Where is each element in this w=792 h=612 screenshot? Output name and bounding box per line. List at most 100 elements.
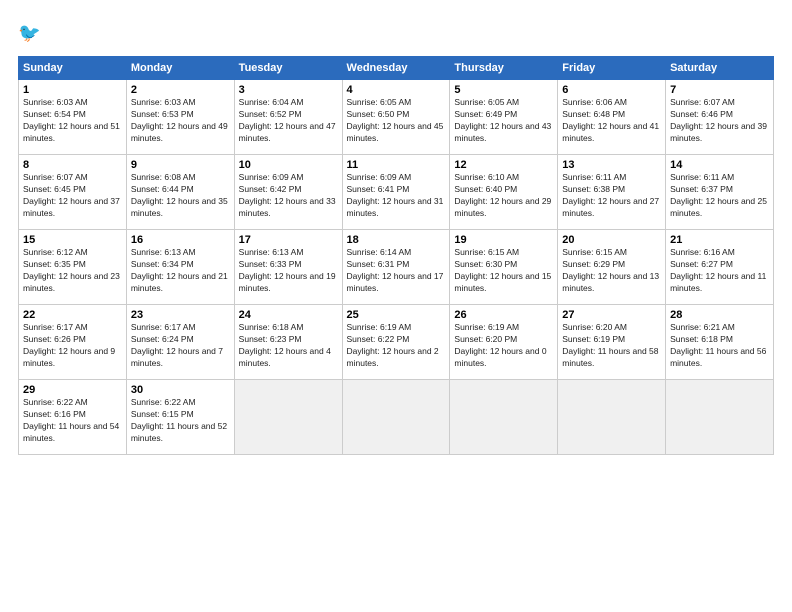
calendar-day-cell [666,380,774,455]
calendar-day-cell: 2Sunrise: 6:03 AMSunset: 6:53 PMDaylight… [126,80,234,155]
calendar-day-cell: 21Sunrise: 6:16 AMSunset: 6:27 PMDayligh… [666,230,774,305]
calendar-week-row: 8Sunrise: 6:07 AMSunset: 6:45 PMDaylight… [19,155,774,230]
calendar-day-cell [342,380,450,455]
calendar-day-cell [558,380,666,455]
calendar-day-cell: 3Sunrise: 6:04 AMSunset: 6:52 PMDaylight… [234,80,342,155]
day-number: 15 [23,234,122,246]
logo-icon: 🐦 [18,18,46,46]
day-detail: Sunrise: 6:18 AMSunset: 6:23 PMDaylight:… [239,322,338,370]
day-detail: Sunrise: 6:17 AMSunset: 6:24 PMDaylight:… [131,322,230,370]
day-number: 18 [347,234,446,246]
day-number: 14 [670,159,769,171]
calendar-day-cell: 7Sunrise: 6:07 AMSunset: 6:46 PMDaylight… [666,80,774,155]
day-number: 11 [347,159,446,171]
calendar-body: 1Sunrise: 6:03 AMSunset: 6:54 PMDaylight… [19,80,774,455]
calendar-header-cell: Friday [558,57,666,80]
day-detail: Sunrise: 6:13 AMSunset: 6:33 PMDaylight:… [239,247,338,295]
day-number: 24 [239,309,338,321]
day-detail: Sunrise: 6:21 AMSunset: 6:18 PMDaylight:… [670,322,769,370]
day-detail: Sunrise: 6:09 AMSunset: 6:42 PMDaylight:… [239,172,338,220]
day-number: 1 [23,84,122,96]
day-number: 23 [131,309,230,321]
day-number: 8 [23,159,122,171]
day-detail: Sunrise: 6:13 AMSunset: 6:34 PMDaylight:… [131,247,230,295]
calendar-week-row: 1Sunrise: 6:03 AMSunset: 6:54 PMDaylight… [19,80,774,155]
day-number: 21 [670,234,769,246]
logo: 🐦 [18,18,50,46]
day-detail: Sunrise: 6:15 AMSunset: 6:29 PMDaylight:… [562,247,661,295]
svg-text:🐦: 🐦 [18,23,41,43]
calendar-day-cell: 11Sunrise: 6:09 AMSunset: 6:41 PMDayligh… [342,155,450,230]
day-detail: Sunrise: 6:19 AMSunset: 6:20 PMDaylight:… [454,322,553,370]
day-detail: Sunrise: 6:05 AMSunset: 6:49 PMDaylight:… [454,97,553,145]
calendar-header-cell: Monday [126,57,234,80]
day-detail: Sunrise: 6:22 AMSunset: 6:16 PMDaylight:… [23,397,122,445]
day-detail: Sunrise: 6:05 AMSunset: 6:50 PMDaylight:… [347,97,446,145]
calendar-day-cell: 10Sunrise: 6:09 AMSunset: 6:42 PMDayligh… [234,155,342,230]
day-number: 25 [347,309,446,321]
calendar-day-cell: 22Sunrise: 6:17 AMSunset: 6:26 PMDayligh… [19,305,127,380]
calendar-day-cell: 19Sunrise: 6:15 AMSunset: 6:30 PMDayligh… [450,230,558,305]
day-detail: Sunrise: 6:06 AMSunset: 6:48 PMDaylight:… [562,97,661,145]
day-number: 13 [562,159,661,171]
day-detail: Sunrise: 6:22 AMSunset: 6:15 PMDaylight:… [131,397,230,445]
calendar-header-cell: Thursday [450,57,558,80]
calendar-day-cell: 6Sunrise: 6:06 AMSunset: 6:48 PMDaylight… [558,80,666,155]
calendar-day-cell: 1Sunrise: 6:03 AMSunset: 6:54 PMDaylight… [19,80,127,155]
day-number: 4 [347,84,446,96]
calendar-day-cell: 23Sunrise: 6:17 AMSunset: 6:24 PMDayligh… [126,305,234,380]
day-detail: Sunrise: 6:08 AMSunset: 6:44 PMDaylight:… [131,172,230,220]
calendar-header-cell: Sunday [19,57,127,80]
calendar-header-row: SundayMondayTuesdayWednesdayThursdayFrid… [19,57,774,80]
calendar-week-row: 15Sunrise: 6:12 AMSunset: 6:35 PMDayligh… [19,230,774,305]
day-number: 10 [239,159,338,171]
calendar-day-cell [450,380,558,455]
calendar-day-cell: 24Sunrise: 6:18 AMSunset: 6:23 PMDayligh… [234,305,342,380]
calendar-day-cell: 25Sunrise: 6:19 AMSunset: 6:22 PMDayligh… [342,305,450,380]
calendar-table: SundayMondayTuesdayWednesdayThursdayFrid… [18,56,774,455]
calendar-week-row: 29Sunrise: 6:22 AMSunset: 6:16 PMDayligh… [19,380,774,455]
day-number: 12 [454,159,553,171]
day-detail: Sunrise: 6:11 AMSunset: 6:37 PMDaylight:… [670,172,769,220]
day-number: 19 [454,234,553,246]
day-detail: Sunrise: 6:09 AMSunset: 6:41 PMDaylight:… [347,172,446,220]
day-number: 5 [454,84,553,96]
calendar-day-cell: 12Sunrise: 6:10 AMSunset: 6:40 PMDayligh… [450,155,558,230]
day-number: 9 [131,159,230,171]
calendar-day-cell: 5Sunrise: 6:05 AMSunset: 6:49 PMDaylight… [450,80,558,155]
day-detail: Sunrise: 6:03 AMSunset: 6:54 PMDaylight:… [23,97,122,145]
day-number: 2 [131,84,230,96]
day-detail: Sunrise: 6:07 AMSunset: 6:46 PMDaylight:… [670,97,769,145]
day-number: 20 [562,234,661,246]
calendar-day-cell: 29Sunrise: 6:22 AMSunset: 6:16 PMDayligh… [19,380,127,455]
day-detail: Sunrise: 6:11 AMSunset: 6:38 PMDaylight:… [562,172,661,220]
calendar-day-cell: 17Sunrise: 6:13 AMSunset: 6:33 PMDayligh… [234,230,342,305]
day-detail: Sunrise: 6:16 AMSunset: 6:27 PMDaylight:… [670,247,769,295]
day-number: 30 [131,384,230,396]
calendar-day-cell: 27Sunrise: 6:20 AMSunset: 6:19 PMDayligh… [558,305,666,380]
day-number: 29 [23,384,122,396]
calendar-day-cell: 16Sunrise: 6:13 AMSunset: 6:34 PMDayligh… [126,230,234,305]
calendar-day-cell: 18Sunrise: 6:14 AMSunset: 6:31 PMDayligh… [342,230,450,305]
calendar-header-cell: Wednesday [342,57,450,80]
day-detail: Sunrise: 6:10 AMSunset: 6:40 PMDaylight:… [454,172,553,220]
day-detail: Sunrise: 6:03 AMSunset: 6:53 PMDaylight:… [131,97,230,145]
day-number: 3 [239,84,338,96]
day-number: 16 [131,234,230,246]
day-detail: Sunrise: 6:17 AMSunset: 6:26 PMDaylight:… [23,322,122,370]
calendar-day-cell: 13Sunrise: 6:11 AMSunset: 6:38 PMDayligh… [558,155,666,230]
calendar-day-cell: 15Sunrise: 6:12 AMSunset: 6:35 PMDayligh… [19,230,127,305]
calendar-day-cell: 26Sunrise: 6:19 AMSunset: 6:20 PMDayligh… [450,305,558,380]
day-number: 26 [454,309,553,321]
calendar-day-cell: 30Sunrise: 6:22 AMSunset: 6:15 PMDayligh… [126,380,234,455]
day-detail: Sunrise: 6:15 AMSunset: 6:30 PMDaylight:… [454,247,553,295]
day-detail: Sunrise: 6:19 AMSunset: 6:22 PMDaylight:… [347,322,446,370]
header-area: 🐦 [18,18,774,46]
calendar-day-cell: 9Sunrise: 6:08 AMSunset: 6:44 PMDaylight… [126,155,234,230]
day-number: 22 [23,309,122,321]
day-number: 27 [562,309,661,321]
page-container: 🐦 SundayMondayTuesdayWednesdayThursdayFr… [0,0,792,465]
calendar-day-cell: 20Sunrise: 6:15 AMSunset: 6:29 PMDayligh… [558,230,666,305]
calendar-header-cell: Tuesday [234,57,342,80]
day-detail: Sunrise: 6:07 AMSunset: 6:45 PMDaylight:… [23,172,122,220]
